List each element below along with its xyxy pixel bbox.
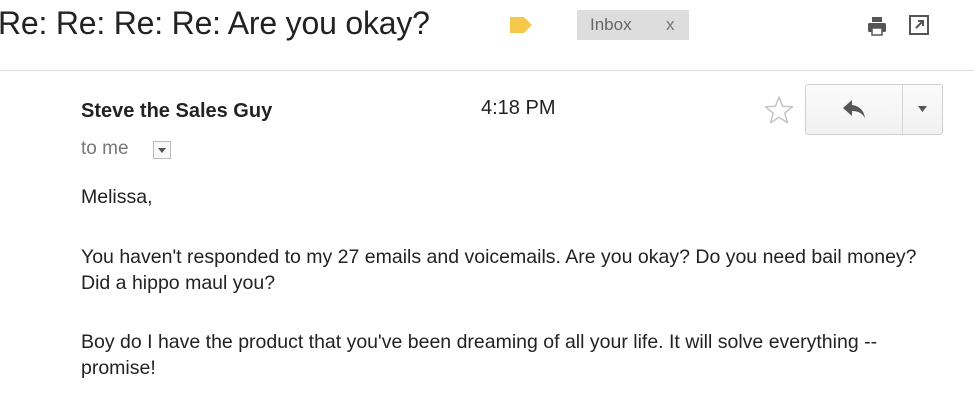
inbox-label-chip[interactable]: Inbox x	[577, 10, 689, 40]
recipient-label: to me	[81, 138, 129, 159]
email-greeting: Melissa,	[81, 186, 153, 208]
email-view: Re: Re: Re: Re: Are you okay? Inbox x St…	[0, 0, 974, 400]
inbox-label-text: Inbox	[590, 15, 632, 34]
remove-label-button[interactable]: x	[666, 10, 675, 40]
sender-name[interactable]: Steve the Sales Guy	[81, 100, 272, 123]
star-outline-icon[interactable]	[763, 94, 795, 126]
email-paragraph: Boy do I have the product that you've be…	[81, 331, 878, 379]
more-options-button[interactable]	[903, 85, 942, 134]
caret-down-icon	[158, 148, 166, 153]
email-paragraph: You haven't responded to my 27 emails an…	[81, 246, 917, 294]
caret-down-icon	[918, 106, 927, 112]
reply-arrow-icon	[843, 100, 865, 118]
recipient-details-button[interactable]	[153, 141, 171, 159]
email-subject: Re: Re: Re: Re: Are you okay?	[0, 5, 430, 41]
header-divider	[0, 70, 974, 71]
reply-button-group	[805, 84, 943, 135]
reply-button[interactable]	[806, 85, 902, 134]
label-tag-icon[interactable]	[508, 15, 534, 35]
message-time: 4:18 PM	[481, 97, 556, 119]
print-icon[interactable]	[866, 15, 888, 37]
new-window-icon[interactable]	[908, 14, 930, 36]
